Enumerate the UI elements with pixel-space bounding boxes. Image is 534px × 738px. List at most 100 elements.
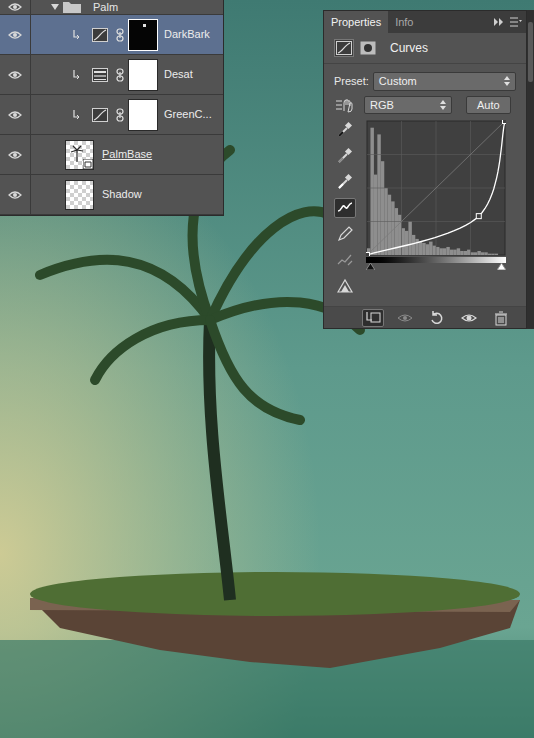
eye-icon[interactable]: [8, 70, 22, 80]
histogram-bar: [484, 252, 487, 255]
smooth-icon: [336, 251, 354, 269]
layer-row[interactable]: DarkBark: [0, 15, 223, 55]
histogram-bar: [374, 175, 377, 255]
curve-point[interactable]: [366, 253, 370, 257]
histogram-bar: [402, 228, 405, 255]
curve-tool-button[interactable]: [334, 172, 356, 192]
footer-button[interactable]: [490, 309, 512, 327]
layers-panel: PalmDarkBark Desat GreenC... PalmBase Shadow: [0, 0, 224, 216]
curve-tool-button[interactable]: [334, 276, 356, 296]
properties-footer: [324, 306, 526, 328]
histogram-bar: [477, 251, 480, 255]
eyedropper-black-icon: [336, 121, 354, 139]
eye-icon[interactable]: [8, 2, 22, 12]
panel-tab[interactable]: Properties: [324, 11, 388, 33]
collapse-icon[interactable]: [494, 18, 504, 26]
curve-tool-button[interactable]: [334, 250, 356, 270]
histogram-bar: [412, 235, 415, 255]
layer-row[interactable]: Desat: [0, 55, 223, 95]
layer-name: Palm: [93, 1, 118, 14]
visibility-cell[interactable]: [0, 15, 31, 54]
curve-point[interactable]: [476, 214, 481, 219]
footer-button[interactable]: [394, 309, 416, 327]
delete-icon: [492, 310, 510, 326]
histogram-bar: [426, 244, 429, 255]
curve-tool-button[interactable]: [334, 146, 356, 166]
histogram-bar: [495, 254, 498, 255]
scrollbar[interactable]: [527, 10, 534, 329]
curve-tool-button[interactable]: [334, 224, 356, 244]
link-icon[interactable]: [116, 28, 124, 42]
panel-menu-icon[interactable]: [510, 17, 522, 27]
histogram-bar: [408, 222, 411, 256]
clip-arrow-icon: [72, 110, 80, 120]
auto-button[interactable]: Auto: [466, 96, 511, 115]
histogram-bar: [502, 255, 505, 256]
histogram-bar: [388, 195, 391, 255]
histogram-bar: [453, 250, 456, 255]
layer-row[interactable]: Palm: [0, 0, 223, 15]
histogram-bar: [481, 252, 484, 255]
layer-row[interactable]: PalmBase: [0, 135, 223, 175]
white-point-slider-icon[interactable]: [497, 263, 506, 270]
histogram-bar: [457, 248, 460, 255]
link-icon[interactable]: [116, 68, 124, 82]
target-adjustment-icon[interactable]: [334, 97, 356, 113]
layer-mask-thumbnail[interactable]: [128, 99, 158, 131]
layer-row[interactable]: GreenC...: [0, 95, 223, 135]
panel-tab[interactable]: Info: [388, 11, 420, 33]
visibility-cell[interactable]: [0, 175, 31, 214]
histogram-bar: [488, 254, 491, 255]
layer-name: PalmBase: [102, 146, 152, 163]
black-point-slider-icon[interactable]: [366, 263, 375, 270]
reset-icon: [428, 310, 446, 326]
histogram-bar: [474, 252, 477, 255]
footer-button[interactable]: [426, 309, 448, 327]
footer-button[interactable]: [362, 309, 384, 327]
link-icon[interactable]: [116, 108, 124, 122]
visibility-cell[interactable]: [0, 135, 31, 174]
curve-tool-button[interactable]: [334, 198, 356, 218]
histogram-bar: [446, 247, 449, 255]
layer-name: Shadow: [102, 186, 142, 203]
curve-icon: [336, 199, 354, 217]
clip-arrow-icon: [72, 70, 80, 80]
eye-icon[interactable]: [8, 150, 22, 160]
curves-adjustment-icon: [336, 41, 352, 55]
preset-dropdown[interactable]: Custom: [373, 72, 516, 91]
curves-graph[interactable]: [366, 120, 506, 256]
histogram-bar: [415, 239, 418, 255]
visibility-cell[interactable]: [0, 0, 31, 14]
histogram-bar: [429, 242, 432, 255]
layer-name: Desat: [164, 66, 193, 83]
histogram-bar: [471, 252, 474, 255]
properties-header: Curves: [324, 33, 526, 64]
curve-tool-button[interactable]: [334, 120, 356, 140]
mask-icon[interactable]: [360, 41, 376, 55]
layer-mask-thumbnail[interactable]: [128, 59, 158, 91]
histogram-bar: [439, 248, 442, 255]
visibility-cell[interactable]: [0, 55, 31, 94]
properties-title: Curves: [390, 39, 428, 57]
eye-icon[interactable]: [8, 110, 22, 120]
curve-point[interactable]: [503, 120, 507, 124]
clipping-icon: [336, 277, 354, 295]
eye-icon[interactable]: [8, 190, 22, 200]
layer-name: GreenC...: [164, 106, 212, 123]
footer-button[interactable]: [458, 309, 480, 327]
layer-thumbnail: [65, 180, 94, 210]
histogram-bar: [450, 250, 453, 255]
eye-icon[interactable]: [8, 30, 22, 40]
curve-tools: [330, 120, 360, 296]
view-previous-icon: [396, 310, 414, 326]
layer-row[interactable]: Shadow: [0, 175, 223, 215]
channel-dropdown[interactable]: RGB: [364, 96, 452, 115]
curve-line[interactable]: [367, 121, 505, 255]
visibility-cell[interactable]: [0, 95, 31, 134]
hue-saturation-adjustment-icon: [92, 68, 108, 82]
expand-triangle-icon[interactable]: [51, 4, 59, 10]
palm-thumbnail-icon: [70, 144, 84, 162]
layer-mask-thumbnail[interactable]: [128, 19, 158, 51]
curves-adjustment-icon: [92, 28, 108, 42]
eyedropper-white-icon: [336, 173, 354, 191]
